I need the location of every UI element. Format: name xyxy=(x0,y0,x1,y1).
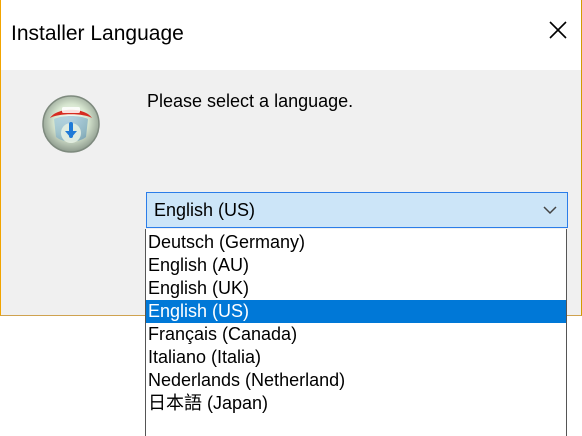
language-option-english-uk[interactable]: English (UK) xyxy=(146,277,566,300)
close-button[interactable] xyxy=(535,7,581,53)
language-dropdown-list[interactable]: Deutsch (Germany) English (AU) English (… xyxy=(145,229,567,436)
language-option-italiano-italia[interactable]: Italiano (Italia) xyxy=(146,346,566,369)
language-option-deutsch-germany[interactable]: Deutsch (Germany) xyxy=(146,231,566,254)
language-option-nederlands-netherland[interactable]: Nederlands (Netherland) xyxy=(146,369,566,392)
language-option-japanese-japan[interactable]: 日本語 (Japan) xyxy=(146,392,566,415)
installer-icon xyxy=(42,95,100,153)
window-title: Installer Language xyxy=(11,22,184,45)
language-prompt: Please select a language. xyxy=(147,91,354,111)
language-option-english-au[interactable]: English (AU) xyxy=(146,254,566,277)
page: Installer Language Please select a langu… xyxy=(0,0,582,436)
chevron-down-icon xyxy=(543,206,557,215)
selected-language: English (US) xyxy=(154,200,256,220)
language-option-francais-canada[interactable]: Français (Canada) xyxy=(146,323,566,346)
title-bar: Installer Language xyxy=(1,0,581,70)
language-select[interactable]: English (US) xyxy=(146,192,568,228)
language-option-english-us[interactable]: English (US) xyxy=(146,300,566,323)
close-icon xyxy=(549,21,567,39)
